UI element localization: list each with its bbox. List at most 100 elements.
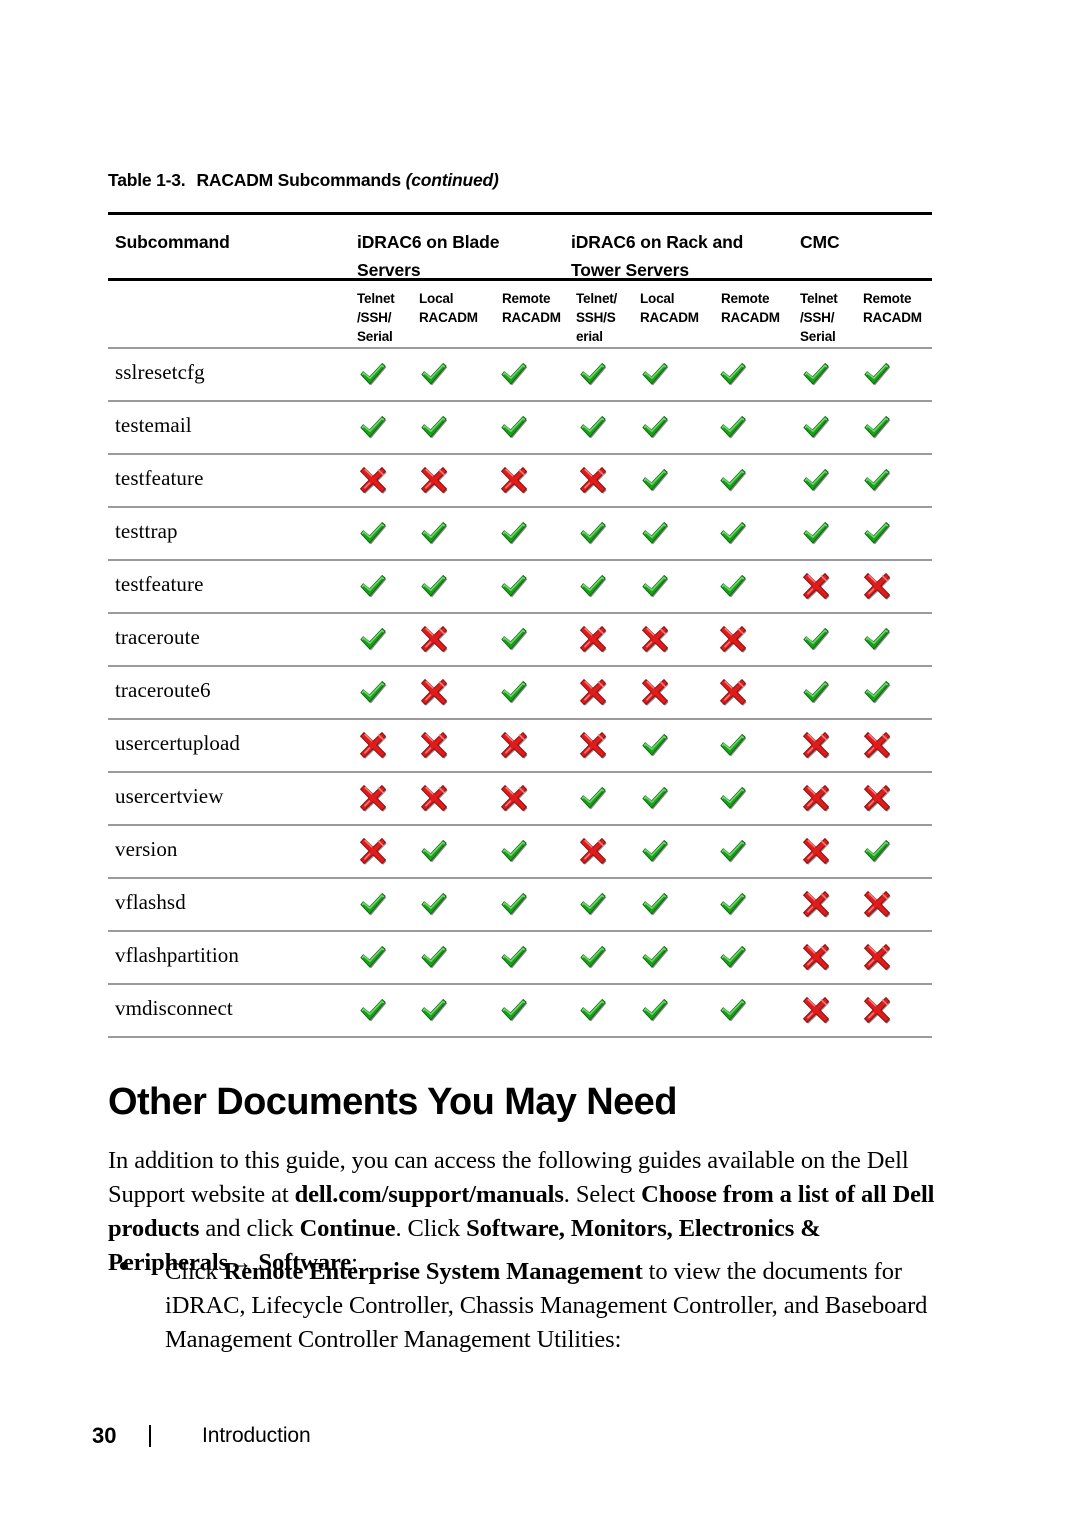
table-sub-headers: Telnet/SSH/Serial Local RACADM Remote RACADM… [108,281,932,347]
green-check-icon [358,624,388,654]
green-check-icon [419,995,449,1025]
green-check-icon [718,571,748,601]
bullet-item-text: Click Remote Enterprise System Managemen… [165,1258,928,1353]
table-row: testtrap [108,508,932,559]
table-row: sslresetcfg [108,349,932,400]
green-check-icon [499,359,529,389]
green-check-icon [801,359,831,389]
green-check-icon [358,995,388,1025]
header-group-cmc: CMC [800,232,840,252]
green-check-icon [718,836,748,866]
green-check-icon [718,889,748,919]
green-check-icon [801,624,831,654]
subcommand-name: traceroute6 [115,678,211,702]
green-check-icon [862,465,892,495]
green-check-icon [862,412,892,442]
subcommand-name: vmdisconnect [115,996,233,1020]
red-cross-icon [358,783,388,813]
table-row: testfeature [108,455,932,506]
red-cross-icon [862,571,892,601]
red-cross-icon [862,783,892,813]
green-check-icon [578,995,608,1025]
green-check-icon [358,518,388,548]
subcommand-name: testfeature [115,572,204,596]
green-check-icon [718,942,748,972]
table-caption-title: RACADM Subcommands [196,170,401,190]
green-check-icon [499,836,529,866]
green-check-icon [862,624,892,654]
green-check-icon [578,889,608,919]
sub-header-3: Telnet/SSH/S erial [576,291,618,344]
green-check-icon [499,677,529,707]
green-check-icon [499,942,529,972]
green-check-icon [578,518,608,548]
red-cross-icon [419,783,449,813]
sub-header-7: Remote RACADM [863,291,922,325]
green-check-icon [358,677,388,707]
green-check-icon [862,359,892,389]
subcommand-name: vflashpartition [115,943,239,967]
red-cross-icon [801,836,831,866]
red-cross-icon [578,677,608,707]
red-cross-icon [718,624,748,654]
green-check-icon [358,942,388,972]
table-row: testemail [108,402,932,453]
green-check-icon [578,783,608,813]
red-cross-icon [801,942,831,972]
green-check-icon [499,571,529,601]
green-check-icon [499,518,529,548]
green-check-icon [419,942,449,972]
red-cross-icon [358,730,388,760]
green-check-icon [718,783,748,813]
green-check-icon [862,677,892,707]
red-cross-icon [801,571,831,601]
subcommand-name: testfeature [115,466,204,490]
green-check-icon [419,412,449,442]
table-row: testfeature [108,561,932,612]
table-row: traceroute [108,614,932,665]
green-check-icon [640,942,670,972]
red-cross-icon [640,624,670,654]
red-cross-icon [862,730,892,760]
green-check-icon [640,412,670,442]
bullet-dot-icon [120,1262,128,1270]
green-check-icon [578,571,608,601]
red-cross-icon [499,465,529,495]
green-check-icon [801,412,831,442]
table-row: version [108,826,932,877]
table-caption-continued: (continued) [405,170,499,190]
green-check-icon [499,412,529,442]
green-check-icon [801,518,831,548]
sub-header-5: Remote RACADM [721,291,780,325]
green-check-icon [718,465,748,495]
green-check-icon [358,412,388,442]
table-row-rule [108,1036,932,1038]
sub-header-6: Telnet/SSH/Serial [800,291,838,344]
green-check-icon [862,518,892,548]
table-row: traceroute6 [108,667,932,718]
green-check-icon [578,359,608,389]
red-cross-icon [862,889,892,919]
green-check-icon [499,624,529,654]
red-cross-icon [419,465,449,495]
green-check-icon [640,836,670,866]
table-row: vflashsd [108,879,932,930]
green-check-icon [358,359,388,389]
red-cross-icon [718,677,748,707]
red-cross-icon [801,995,831,1025]
green-check-icon [419,359,449,389]
subcommand-name: testtrap [115,519,178,543]
green-check-icon [578,942,608,972]
green-check-icon [640,571,670,601]
red-cross-icon [640,677,670,707]
red-cross-icon [578,836,608,866]
sub-header-1: Local RACADM [419,291,478,325]
red-cross-icon [358,836,388,866]
red-cross-icon [419,730,449,760]
green-check-icon [419,518,449,548]
red-cross-icon [862,995,892,1025]
header-group-subcommand: Subcommand [115,232,230,252]
green-check-icon [718,730,748,760]
subcommand-name: usercertupload [115,731,241,755]
green-check-icon [640,730,670,760]
